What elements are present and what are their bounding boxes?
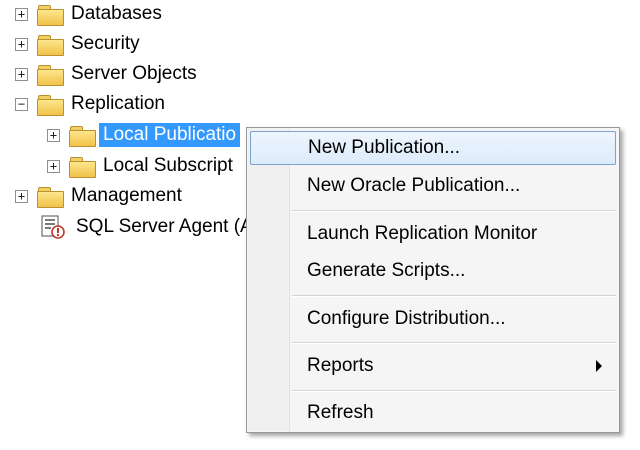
- expand-icon[interactable]: +: [15, 189, 28, 203]
- menu-item-label: New Publication...: [308, 137, 461, 158]
- tree-node-management[interactable]: + Management: [15, 182, 182, 210]
- menu-item-label: Refresh: [307, 402, 374, 423]
- expand-icon[interactable]: +: [47, 128, 60, 142]
- folder-icon: [37, 64, 64, 86]
- menu-item-generate-scripts[interactable]: Generate Scripts...: [250, 254, 616, 288]
- sql-agent-icon: [41, 215, 65, 239]
- expand-icon[interactable]: +: [47, 159, 60, 173]
- expand-icon[interactable]: +: [15, 67, 28, 81]
- menu-item-label: Configure Distribution...: [307, 308, 506, 329]
- menu-item-reports[interactable]: Reports: [250, 349, 616, 383]
- submenu-arrow-icon: [596, 360, 602, 372]
- collapse-icon[interactable]: −: [15, 97, 28, 111]
- tree-node-local-publications[interactable]: + Local Publicatio: [47, 121, 241, 149]
- menu-item-launch-replication-monitor[interactable]: Launch Replication Monitor: [250, 217, 616, 251]
- tree-node-local-subscriptions[interactable]: + Local Subscript: [47, 152, 233, 180]
- menu-item-label: New Oracle Publication...: [307, 175, 521, 196]
- menu-item-new-oracle-publication[interactable]: New Oracle Publication...: [250, 169, 616, 203]
- menu-item-label: Launch Replication Monitor: [307, 223, 538, 244]
- folder-icon: [69, 156, 96, 178]
- tree-node-replication[interactable]: − Replication: [15, 90, 165, 118]
- menu-item-refresh[interactable]: Refresh: [250, 396, 616, 430]
- tree-node-security[interactable]: + Security: [15, 30, 140, 58]
- folder-icon: [37, 34, 64, 56]
- tree-node-label: Security: [71, 33, 140, 54]
- tree-node-server-objects[interactable]: + Server Objects: [15, 60, 197, 88]
- tree-node-label: Management: [71, 185, 182, 206]
- menu-item-configure-distribution[interactable]: Configure Distribution...: [250, 302, 616, 336]
- tree-node-label: SQL Server Agent (A: [76, 216, 253, 237]
- folder-icon: [69, 125, 96, 147]
- menu-item-label: Reports: [307, 355, 374, 376]
- tree-node-sql-server-agent[interactable]: SQL Server Agent (A: [40, 213, 253, 241]
- tree-node-label: Local Publicatio: [99, 123, 241, 147]
- folder-icon: [37, 94, 64, 116]
- tree-node-label: Local Subscript: [103, 155, 233, 176]
- menu-separator: [292, 295, 616, 297]
- menu-separator: [292, 390, 616, 392]
- menu-item-label: Generate Scripts...: [307, 260, 466, 281]
- tree-node-label: Databases: [71, 3, 162, 24]
- menu-separator: [292, 210, 616, 212]
- expand-icon[interactable]: +: [15, 37, 28, 51]
- menu-item-new-publication[interactable]: New Publication...: [250, 131, 616, 165]
- folder-icon: [37, 4, 64, 26]
- tree-node-label: Server Objects: [71, 63, 197, 84]
- tree-node-label: Replication: [71, 93, 165, 114]
- context-menu: New Publication... New Oracle Publicatio…: [246, 127, 620, 433]
- expand-icon[interactable]: +: [15, 7, 28, 21]
- menu-separator: [292, 342, 616, 344]
- tree-node-databases[interactable]: + Databases: [15, 0, 162, 28]
- folder-icon: [37, 186, 64, 208]
